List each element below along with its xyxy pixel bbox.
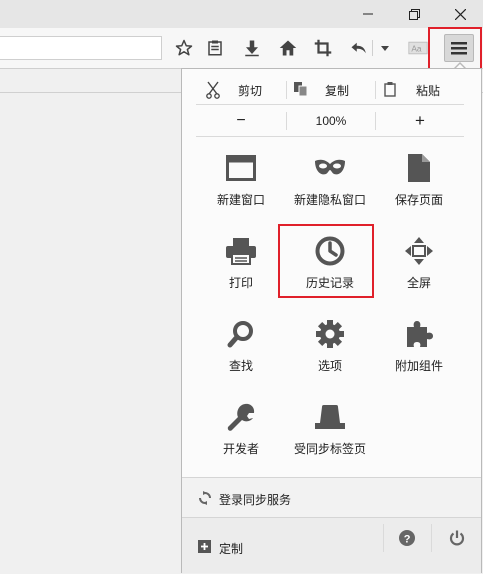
plus-square-icon	[198, 540, 211, 553]
edit-controls: 剪切 复制 粘贴	[196, 79, 464, 101]
font-icon: Aa	[408, 41, 428, 55]
cut-label: 剪切	[238, 83, 263, 98]
synced-tabs-button[interactable]: 受同步标签页	[285, 400, 375, 472]
new-window-label: 新建窗口	[216, 193, 265, 207]
copy-label: 复制	[325, 83, 350, 98]
reading-list-icon	[208, 40, 222, 56]
options-label: 选项	[317, 359, 342, 373]
home-icon	[279, 40, 297, 56]
crop-icon	[314, 39, 332, 57]
reader-view-button[interactable]: Aa	[406, 36, 430, 60]
nav-toolbar: Aa	[0, 28, 483, 69]
customize-label: 定制	[219, 542, 244, 556]
developer-label: 开发者	[222, 442, 259, 456]
print-label: 打印	[228, 276, 253, 290]
save-page-button[interactable]: 保存页面	[374, 151, 464, 223]
zoom-in-button[interactable]: +	[376, 109, 464, 133]
save-page-label: 保存页面	[394, 193, 443, 207]
zoom-controls: − 100% +	[196, 109, 464, 133]
paste-icon	[384, 82, 396, 97]
synced-tabs-label: 受同步标签页	[293, 442, 366, 456]
undo-icon	[351, 42, 366, 54]
url-bar[interactable]	[0, 36, 162, 60]
title-bar	[0, 0, 483, 28]
window-icon	[226, 155, 256, 181]
find-label: 查找	[228, 359, 253, 373]
quit-button[interactable]	[432, 518, 481, 558]
star-icon	[175, 39, 193, 56]
gear-icon	[316, 320, 344, 348]
print-button[interactable]: 打印	[196, 234, 286, 306]
menu-panel: 剪切 复制 粘贴 − 100% + 新建窗口 新建隐私窗口 保存页面 打印 历史…	[181, 68, 482, 573]
chevron-down-icon	[381, 46, 389, 51]
highlight-box-history	[278, 224, 374, 298]
sync-label: 登录同步服务	[219, 493, 292, 507]
undo-button[interactable]	[347, 36, 371, 60]
divider	[196, 104, 464, 105]
sync-icon	[199, 491, 211, 505]
find-button[interactable]: 查找	[196, 317, 286, 389]
restore-icon	[408, 8, 420, 20]
options-button[interactable]: 选项	[285, 317, 375, 389]
fullscreen-button[interactable]: 全屏	[374, 234, 464, 306]
new-window-button[interactable]: 新建窗口	[196, 151, 286, 223]
synced-tabs-icon	[315, 405, 345, 429]
divider	[196, 136, 464, 137]
power-icon	[449, 530, 464, 546]
svg-text:Aa: Aa	[411, 43, 422, 53]
downloads-button[interactable]	[240, 36, 264, 60]
fullscreen-label: 全屏	[406, 276, 431, 290]
home-button[interactable]	[276, 36, 300, 60]
private-mask-icon	[315, 159, 345, 175]
svg-text:?: ?	[404, 534, 411, 546]
zoom-reset-button[interactable]: 100%	[287, 109, 375, 133]
minimize-button[interactable]	[345, 0, 391, 28]
panel-footer: 定制 ?	[182, 517, 481, 573]
reading-list-button[interactable]	[203, 36, 227, 60]
zoom-out-button[interactable]: −	[196, 109, 286, 133]
fullscreen-icon	[405, 237, 433, 265]
developer-button[interactable]: 开发者	[196, 400, 286, 472]
screenshot-button[interactable]	[311, 36, 335, 60]
copy-icon	[294, 82, 308, 97]
download-icon	[245, 40, 259, 57]
copy-button[interactable]: 复制	[287, 79, 375, 101]
close-button[interactable]	[437, 0, 483, 28]
scissors-icon	[206, 81, 220, 99]
bookmark-star-button[interactable]	[172, 36, 196, 60]
cut-button[interactable]: 剪切	[196, 79, 286, 101]
addons-button[interactable]: 附加组件	[374, 317, 464, 389]
paste-label: 粘贴	[416, 83, 441, 98]
new-private-window-label: 新建隐私窗口	[293, 193, 366, 207]
wrench-icon	[227, 403, 255, 431]
restore-button[interactable]	[391, 0, 437, 28]
toolbar-separator	[372, 40, 373, 56]
search-icon	[227, 321, 253, 348]
printer-icon	[226, 238, 256, 265]
sign-in-sync-button[interactable]: 登录同步服务	[182, 477, 481, 518]
close-icon	[454, 8, 466, 20]
puzzle-icon	[407, 321, 433, 347]
paste-button[interactable]: 粘贴	[376, 79, 464, 101]
undo-dropdown-button[interactable]	[376, 36, 394, 60]
help-button[interactable]: ?	[384, 518, 430, 558]
save-page-icon	[408, 154, 430, 182]
minimize-icon	[363, 13, 373, 15]
new-private-window-button[interactable]: 新建隐私窗口	[285, 151, 375, 223]
customize-button[interactable]: 定制	[182, 518, 382, 573]
addons-label: 附加组件	[394, 359, 443, 373]
help-icon: ?	[399, 530, 415, 546]
